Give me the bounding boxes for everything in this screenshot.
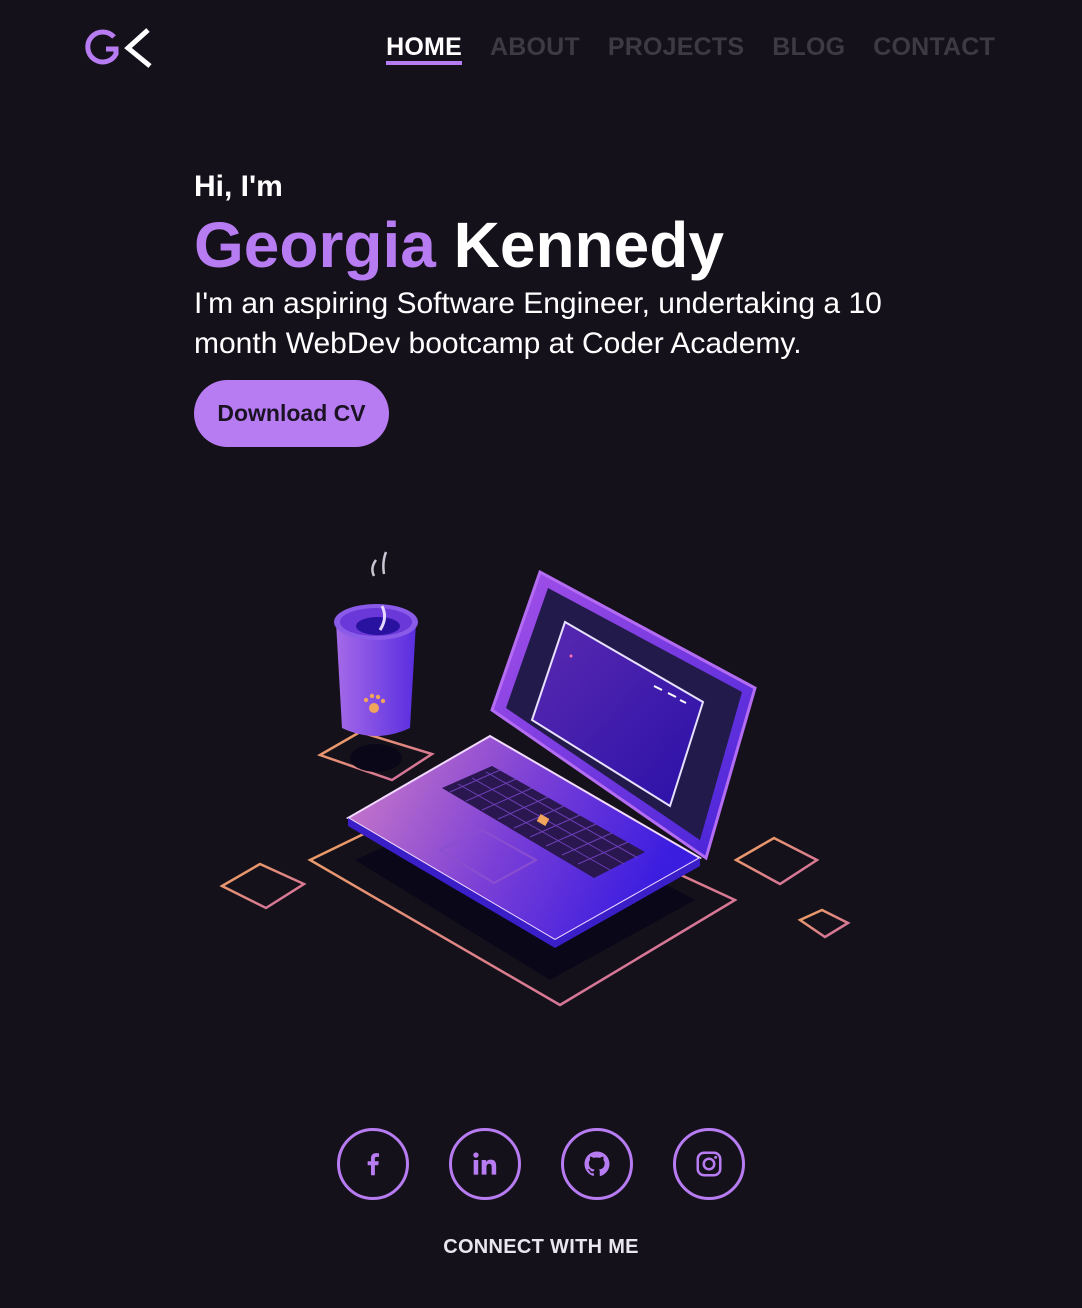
nav-projects[interactable]: PROJECTS (608, 33, 744, 65)
hero-last-name: Kennedy (453, 209, 724, 281)
github-link[interactable] (561, 1128, 633, 1200)
hero-tagline: I'm an aspiring Software Engineer, under… (194, 287, 882, 360)
connect-caption: CONNECT WITH ME (443, 1236, 639, 1258)
hero-name: Georgia Kennedy (194, 210, 934, 280)
nav-home[interactable]: HOME (386, 33, 462, 65)
instagram-icon (696, 1151, 722, 1177)
facebook-icon (367, 1153, 379, 1176)
linkedin-icon (473, 1152, 497, 1175)
linkedin-link[interactable] (449, 1128, 521, 1200)
nav-blog[interactable]: BLOG (772, 33, 845, 65)
laptop-coffee-illustration (210, 540, 870, 1020)
hero-first-name: Georgia (194, 209, 436, 281)
nav-about[interactable]: ABOUT (490, 33, 580, 65)
download-cv-button[interactable]: Download CV (194, 380, 389, 447)
facebook-link[interactable] (337, 1128, 409, 1200)
gk-logo-icon (85, 28, 152, 68)
hero-greeting: Hi, I'm (194, 170, 283, 203)
github-icon (584, 1151, 610, 1177)
instagram-link[interactable] (673, 1128, 745, 1200)
main-nav: HOME ABOUT PROJECTS BLOG CONTACT (386, 33, 995, 65)
social-links (0, 1128, 1082, 1200)
nav-contact[interactable]: CONTACT (873, 33, 995, 65)
logo[interactable] (80, 26, 156, 72)
hero-section: Hi, I'm Georgia Kennedy I'm an aspiring … (194, 168, 934, 447)
